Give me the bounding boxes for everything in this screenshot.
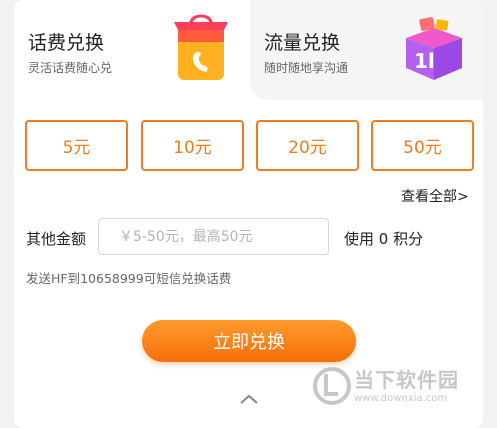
svg-text:1l: 1l	[414, 49, 435, 73]
watermark-name: 当下软件园	[354, 368, 459, 392]
data-gift-box-icon: 1l	[406, 17, 462, 80]
tab-phone-credit[interactable]: 话费兑换 灵活话费随心兑	[14, 0, 250, 106]
tab-title: 流量兑换	[264, 32, 341, 54]
watermark-logo-icon	[313, 367, 351, 405]
points-usage-text: 使用 0 积分	[344, 230, 424, 248]
exchange-now-button[interactable]: 立即兑换	[142, 320, 356, 362]
tab-data-traffic[interactable]: 流量兑换 随时随地享沟通 1l	[250, 0, 483, 100]
watermark: 当下软件园 www.downxia.com	[312, 362, 482, 412]
phone-shopping-bag-icon	[174, 14, 228, 80]
sms-exchange-tip: 发送HF到10658999可短信兑换话费	[26, 271, 232, 286]
amount-option-10[interactable]: 10元	[141, 120, 244, 171]
other-amount-label: 其他金额	[26, 230, 87, 248]
amount-option-20[interactable]: 20元	[256, 120, 359, 171]
amount-option-5[interactable]: 5元	[25, 120, 128, 171]
tab-title: 话费兑换	[28, 32, 105, 54]
view-all-link[interactable]: 查看全部>	[401, 186, 469, 206]
amount-option-50[interactable]: 50元	[371, 120, 474, 171]
tab-subtitle: 随时随地享沟通	[264, 61, 349, 75]
amount-options: 5元 10元 20元 50元	[25, 120, 474, 172]
tab-subtitle: 灵活话费随心兑	[28, 61, 113, 75]
other-amount-input[interactable]	[98, 218, 329, 255]
chevron-up-icon[interactable]	[238, 392, 260, 406]
watermark-url: www.downxia.com	[354, 393, 448, 404]
